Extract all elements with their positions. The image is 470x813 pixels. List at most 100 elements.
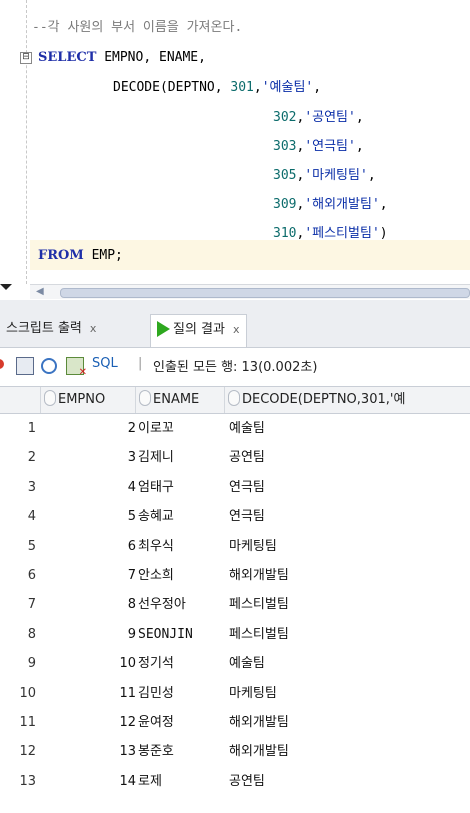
cell-ename: 봉준호 — [138, 744, 174, 760]
cell-ename: 정기석 — [138, 656, 174, 672]
table-row[interactable]: 13 14 로제 공연팀 — [0, 767, 470, 796]
cell-dept-name: 연극팀 — [229, 509, 265, 525]
cell-dept-name: 예술팀 — [229, 421, 265, 436]
table-row[interactable]: 7 8 선우정아 페스티벌팀 — [0, 590, 470, 619]
table-row[interactable]: 1 2 이로꼬 예술팀 — [0, 414, 470, 443]
cell-empno: 14 — [119, 773, 136, 789]
table-row[interactable]: 8 9 SEONJIN 페스티벌팀 — [0, 620, 470, 649]
cell-empno: 12 — [119, 715, 136, 730]
table-row[interactable]: 3 4 엄태구 연극팀 — [0, 473, 470, 502]
cell-dept-name: 해외개발팀 — [229, 568, 289, 583]
decode-end: , — [313, 80, 322, 95]
case-num: 302 — [273, 110, 297, 125]
cell-dept-name: 예술팀 — [229, 656, 265, 672]
cell-empno: 13 — [119, 744, 136, 760]
code-line-case-4: 309,'해외개발팀', — [273, 191, 388, 219]
code-line-case-3: 305,'마케팅팀', — [273, 162, 376, 190]
close-icon[interactable]: x — [233, 323, 240, 336]
sql-editor[interactable]: ⊟ --각 사원의 부서 이름을 가져온다. SELECT EMPNO, ENA… — [0, 0, 470, 284]
row-number: 10 — [19, 685, 36, 701]
select-columns: EMPNO, ENAME, — [96, 50, 206, 65]
cell-ename: 김민성 — [138, 685, 174, 701]
case-num: 305 — [273, 168, 297, 183]
keyword-from: FROM — [38, 248, 84, 263]
table-row[interactable]: 11 12 윤여정 해외개발팀 — [0, 708, 470, 737]
code-line-case-5: 310,'페스티벌팀') — [273, 220, 388, 248]
tab-query-result[interactable]: 질의 결과 x — [150, 314, 247, 347]
result-toolbar: SQL | 인출된 모든 행: 13(0.002초) — [0, 348, 470, 382]
cell-ename: 선우정아 — [138, 597, 186, 613]
output-tabbar: 스크립트 출력 x 질의 결과 x — [0, 300, 470, 348]
case-str: '해외개발팀' — [304, 197, 380, 212]
row-number: 12 — [19, 744, 36, 760]
case-end: , — [379, 197, 388, 212]
table-row[interactable]: 9 10 정기석 예술팀 — [0, 649, 470, 678]
grid-header: EMPNO ENAME DECODE(DEPTNO,301,'예 — [0, 386, 470, 414]
row-number: 6 — [27, 568, 36, 583]
cell-dept-name: 마케팅팀 — [229, 538, 277, 554]
case-end: ) — [379, 226, 388, 241]
table-row[interactable]: 4 5 송혜교 연극팀 — [0, 502, 470, 531]
code-line-from: FROM EMP; — [38, 242, 123, 270]
from-table: EMP; — [83, 248, 123, 263]
case-end: , — [355, 110, 364, 125]
cell-ename: 이로꼬 — [138, 421, 174, 436]
case-str: '연극팀' — [304, 139, 356, 154]
cell-empno: 7 — [127, 568, 136, 583]
cell-ename: SEONJIN — [138, 626, 193, 642]
close-icon[interactable]: x — [90, 322, 97, 335]
column-header-ename[interactable]: ENAME — [136, 387, 225, 413]
table-row[interactable]: 2 3 김제니 공연팀 — [0, 443, 470, 472]
cell-empno: 9 — [127, 626, 136, 642]
cell-ename: 엄태구 — [138, 479, 174, 495]
tab-script-output[interactable]: 스크립트 출력 x — [0, 314, 102, 344]
row-number: 5 — [27, 538, 36, 554]
cell-dept-name: 페스티벌팀 — [229, 597, 289, 613]
column-header-empno[interactable]: EMPNO — [41, 387, 136, 413]
case-str: '마케팅팀' — [304, 168, 368, 183]
refresh-icon[interactable] — [41, 358, 57, 374]
row-number: 1 — [27, 421, 36, 436]
column-label: EMPNO — [58, 392, 106, 407]
sql-button[interactable]: SQL — [92, 356, 118, 371]
sort-icon[interactable] — [139, 390, 151, 406]
case-end: , — [367, 168, 376, 183]
sort-icon[interactable] — [228, 390, 240, 406]
tab-label: 스크립트 출력 — [6, 321, 82, 336]
cell-ename: 윤여정 — [138, 715, 174, 730]
cell-dept-name: 연극팀 — [229, 479, 265, 495]
cell-empno: 11 — [119, 685, 136, 701]
case-str: '공연팀' — [304, 110, 356, 125]
code-line-decode: DECODE(DEPTNO, 301,'예술팀', — [113, 74, 321, 102]
row-number: 4 — [27, 509, 36, 525]
case-num: 310 — [273, 226, 297, 241]
toolbar-separator: | — [138, 356, 143, 371]
case-num: 309 — [273, 197, 297, 212]
table-row[interactable]: 12 13 봉준호 해외개발팀 — [0, 737, 470, 766]
table-row[interactable]: 5 6 최우식 마케팅팀 — [0, 532, 470, 561]
row-number-header — [0, 387, 41, 413]
column-header-decode[interactable]: DECODE(DEPTNO,301,'예 — [225, 387, 470, 413]
gutter-divider — [26, 0, 27, 284]
table-row[interactable]: 6 7 안소희 해외개발팀 — [0, 561, 470, 590]
splitter-handle-icon[interactable] — [0, 284, 12, 290]
print-icon[interactable] — [16, 357, 34, 375]
row-number: 3 — [27, 479, 36, 495]
scroll-thumb[interactable] — [60, 288, 470, 298]
row-number: 9 — [27, 656, 36, 672]
cell-empno: 10 — [119, 656, 136, 672]
cell-ename: 안소희 — [138, 568, 174, 583]
sort-icon[interactable] — [44, 390, 56, 406]
code-line-case-1: 302,'공연팀', — [273, 104, 364, 132]
cell-dept-name: 해외개발팀 — [229, 744, 289, 760]
export-excel-icon[interactable] — [66, 357, 87, 378]
play-icon — [157, 321, 170, 337]
scroll-left-icon[interactable]: ◀ — [36, 286, 44, 297]
fold-toggle-icon[interactable]: ⊟ — [20, 52, 32, 64]
editor-horizontal-scrollbar[interactable]: ◀ — [30, 284, 470, 299]
cell-dept-name: 페스티벌팀 — [229, 626, 289, 642]
table-row[interactable]: 10 11 김민성 마케팅팀 — [0, 679, 470, 708]
row-number: 11 — [19, 715, 36, 730]
row-number: 8 — [27, 626, 36, 642]
pin-icon[interactable] — [0, 359, 4, 369]
